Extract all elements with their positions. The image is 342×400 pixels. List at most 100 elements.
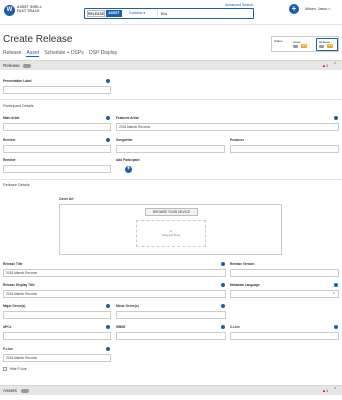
add-participant-plus-icon[interactable]: + (125, 166, 132, 173)
participant-details-heading: Participant Details (3, 104, 34, 108)
upc-label: UPC# (3, 325, 12, 329)
required-dot-icon (221, 304, 225, 308)
divider (0, 99, 342, 100)
songwriter-label: Songwriter (116, 138, 133, 142)
featured-artist-label: Featured Artist (116, 116, 139, 120)
main-artist-input[interactable] (3, 123, 111, 131)
status-asset-count: 4/4 (301, 44, 307, 48)
drop-instruction: Drag and Drop (161, 233, 181, 237)
cover-art-label: Cover Art (59, 197, 74, 201)
tab-release[interactable]: Release (3, 50, 21, 56)
songwriter-input[interactable] (116, 145, 225, 153)
release-title-label: Release Title (3, 262, 23, 266)
p-line-input[interactable]: 2018 Atlantic Records (3, 354, 111, 362)
chevron-down-icon: ▾ (328, 7, 330, 11)
toggle-icon[interactable] (21, 389, 29, 393)
wbse-input[interactable] (116, 332, 226, 340)
chevron-down-icon: ▾ (143, 11, 146, 15)
featured-artist-input[interactable]: 2018 Atlantic Records (116, 123, 339, 131)
required-dot-icon (106, 79, 110, 83)
release-section-header[interactable]: Release ▲1 ⌃ (0, 60, 342, 70)
remixer-2-input[interactable] (3, 165, 111, 173)
wmg-logo[interactable]: W (4, 5, 15, 16)
release-display-title-input[interactable]: 2018 Atlantic Records (3, 290, 226, 298)
presentation-label-label: Presentation Label (3, 79, 32, 83)
remixer-2-label: Remixer (3, 158, 16, 162)
required-dot-icon (334, 116, 338, 120)
remixer-label: Remixer (3, 138, 16, 142)
hide-p-line-checkbox[interactable] (3, 367, 7, 371)
release-section-title: Release (3, 63, 20, 68)
presentation-label-input[interactable] (3, 86, 111, 94)
release-details-heading: Release Details (3, 183, 30, 187)
search-bar: RELEASE ASSET Contains ▾ (84, 8, 254, 19)
main-artist-label: Main Artist (3, 116, 20, 120)
browse-device-button[interactable]: BROWSE YOUR DEVICE (145, 208, 198, 216)
remixer-input[interactable] (3, 145, 111, 153)
status-release[interactable]: Release 4/4 (316, 38, 338, 51)
search-filter-dropdown[interactable]: Contains ▾ (126, 10, 158, 17)
chevron-up-icon[interactable]: ⌃ (333, 62, 337, 68)
required-dot-icon (221, 325, 225, 329)
wbse-label: WBSE (116, 325, 126, 329)
required-dot-icon (106, 138, 110, 142)
status-asset-label: Asset (293, 40, 301, 44)
tab-bar: Release Asset Schedule + DSPs DSP Displa… (3, 50, 121, 57)
minor-genre-input[interactable] (116, 311, 226, 319)
warning-count: 1 (325, 388, 329, 393)
required-dot-icon (334, 325, 338, 329)
status-release-count: 4/4 (327, 44, 333, 48)
tab-dsp-display[interactable]: DSP Display (89, 50, 117, 56)
release-title-input[interactable]: 2018 Atlantic Records (3, 269, 226, 277)
assets-section-title: Assets (3, 388, 17, 393)
page-title: Create Release (3, 34, 73, 45)
status-label: Status (274, 39, 283, 43)
metadata-language-label: Metadata Language (230, 283, 260, 287)
chevron-down-icon: ▾ (333, 291, 335, 295)
major-genre-input[interactable] (3, 311, 111, 319)
top-bar: W ASSET SHELL FAST TRACK Advanced Search… (0, 0, 342, 25)
producer-input[interactable] (230, 145, 339, 153)
metadata-language-select[interactable] (230, 290, 339, 298)
assets-section-header[interactable]: Assets ▲1 ⌃ (0, 385, 342, 395)
tab-schedule-dsps[interactable]: Schedule + DSPs (44, 50, 83, 56)
create-plus-icon[interactable]: + (289, 4, 299, 14)
required-dot-icon (221, 262, 225, 266)
tab-asset[interactable]: Asset (26, 50, 39, 57)
status-summary: Status Asset 4/4 Release 4/4 (271, 36, 339, 52)
search-input[interactable] (161, 10, 251, 17)
warning-count: 1 (325, 63, 329, 68)
c-line-label: C-Line (230, 325, 240, 329)
user-name: Wilsen, Jason (305, 7, 328, 11)
status-asset[interactable]: Asset 4/4 (291, 39, 313, 51)
search-release-toggle[interactable]: RELEASE (87, 10, 105, 17)
required-dot-icon (106, 347, 110, 351)
search-filter-label: Contains (129, 11, 143, 15)
warning-indicator: ▲1 (322, 63, 328, 68)
release-version-input[interactable] (230, 269, 339, 277)
required-dot-icon (106, 304, 110, 308)
minor-genre-label: Minor Genre(s) (116, 304, 139, 308)
chevron-up-icon[interactable]: ⌃ (333, 387, 337, 393)
upc-input[interactable] (3, 332, 111, 340)
search-asset-toggle[interactable]: ASSET (106, 10, 122, 17)
release-display-title-label: Release Display Title (3, 283, 35, 287)
toggle-icon[interactable] (23, 64, 31, 68)
brand-name: ASSET SHELL FAST TRACK (17, 5, 42, 13)
warning-indicator: ▲1 (322, 388, 328, 393)
drag-drop-area[interactable]: or Drag and Drop (136, 220, 206, 247)
toggle-icon (293, 45, 298, 48)
required-dot-icon (334, 283, 338, 287)
c-line-input[interactable] (230, 332, 339, 340)
add-participant-label: Add Participant (116, 158, 140, 162)
release-version-label: Release Version (230, 262, 255, 266)
toggle-icon (319, 45, 324, 48)
producer-label: Producer (230, 138, 244, 142)
advanced-search-link[interactable]: Advanced Search (225, 3, 253, 7)
user-menu[interactable]: Wilsen, Jason ▾ (305, 7, 330, 11)
major-genre-label: Major Genre(s) (3, 304, 26, 308)
hide-p-line-label: Hide P-Line (10, 367, 27, 371)
divider (0, 179, 342, 180)
required-dot-icon (106, 325, 110, 329)
required-dot-icon (106, 116, 110, 120)
